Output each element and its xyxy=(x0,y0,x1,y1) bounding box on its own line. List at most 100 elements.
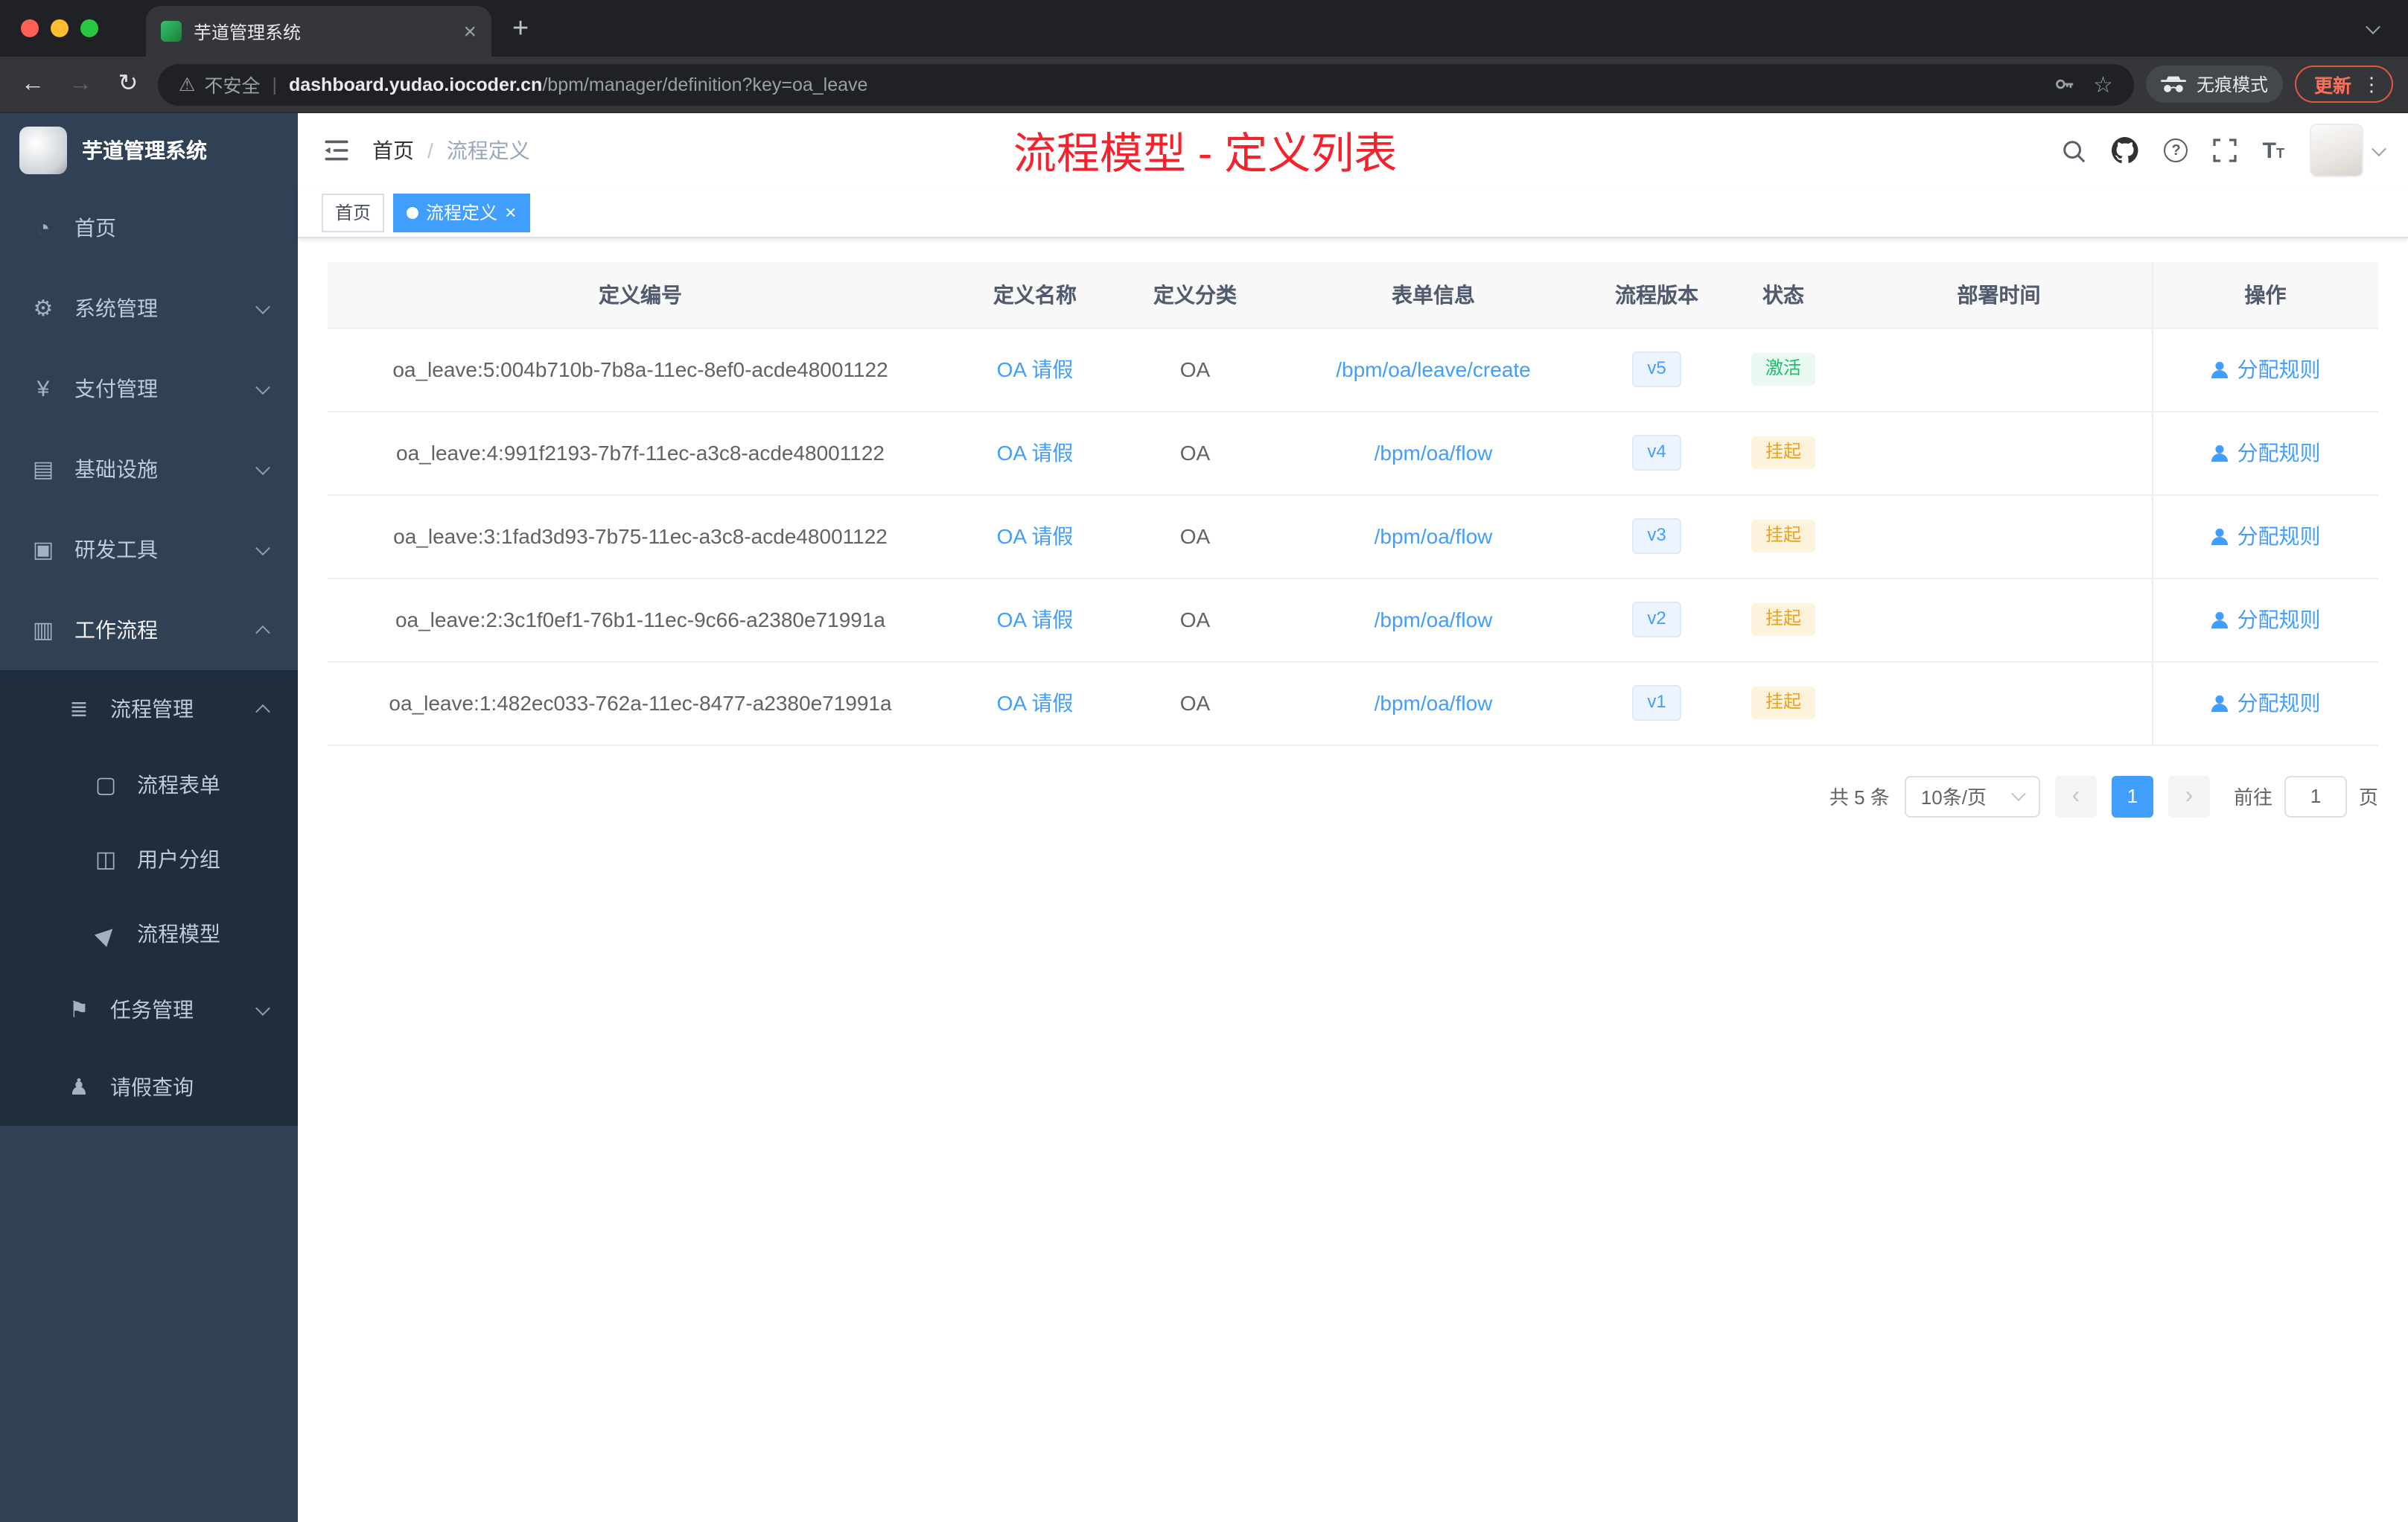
fullscreen-icon[interactable] xyxy=(2214,138,2237,162)
tab-close-icon[interactable]: × xyxy=(463,19,477,44)
sidebar-item-home[interactable]: ◔ 首页 xyxy=(0,188,298,268)
sidebar-logo[interactable]: 芋道管理系统 xyxy=(0,113,298,188)
help-icon[interactable]: ? xyxy=(2164,138,2188,162)
sidebar-item-system[interactable]: ⚙ 系统管理 xyxy=(0,268,298,348)
form-info-link[interactable]: /bpm/oa/leave/create xyxy=(1336,357,1531,381)
cell-version: v4 xyxy=(1593,411,1720,495)
sidebar-menu: ◔ 首页 ⚙ 系统管理 ¥ 支付管理 ▤ 基础设施 ▣ 研发工具 ▥ 工作流程 … xyxy=(0,188,298,1126)
pagination-total: 共 5 条 xyxy=(1829,786,1890,809)
page-number-1[interactable]: 1 xyxy=(2111,775,2153,817)
logo-title: 芋道管理系统 xyxy=(82,138,207,162)
form-info-link[interactable]: /bpm/oa/flow xyxy=(1375,691,1493,715)
infrastructure-icon: ▤ xyxy=(32,457,54,483)
back-icon[interactable]: ← xyxy=(15,71,51,96)
security-indicator[interactable]: ⚠ 不安全 xyxy=(179,70,260,98)
search-icon[interactable] xyxy=(2062,138,2087,163)
sidebar-item-task-management[interactable]: ⚑ 任务管理 xyxy=(0,971,298,1048)
form-info-link[interactable]: /bpm/oa/flow xyxy=(1375,441,1493,465)
assign-rule-link[interactable]: 分配规则 xyxy=(2211,354,2321,384)
breadcrumb-current: 流程定义 xyxy=(446,138,530,162)
definition-name-link[interactable]: OA 请假 xyxy=(997,357,1074,381)
sidebar-collapse-icon[interactable] xyxy=(322,136,351,165)
new-tab-button[interactable]: + xyxy=(512,14,529,42)
assign-rule-link[interactable]: 分配规则 xyxy=(2211,438,2321,468)
col-header-deploy-time: 部署时间 xyxy=(1847,262,2152,328)
table-row: oa_leave:2:3c1f0ef1-76b1-11ec-9c66-a2380… xyxy=(328,578,2378,662)
incognito-badge: 无痕模式 xyxy=(2145,66,2283,103)
key-icon[interactable] xyxy=(2053,73,2075,95)
sidebar-item-process-form[interactable]: ▢ 流程表单 xyxy=(0,748,298,822)
sidebar-item-process-management[interactable]: ≣ 流程管理 xyxy=(0,670,298,748)
sidebar-item-label: 流程管理 xyxy=(110,697,194,721)
close-window-button[interactable] xyxy=(21,19,39,37)
cell-deploy-time xyxy=(1847,661,2152,745)
next-page-button[interactable]: › xyxy=(2167,775,2210,817)
tab-favicon-icon xyxy=(161,21,182,42)
workflow-icon: ▥ xyxy=(32,618,54,643)
forward-icon[interactable]: → xyxy=(63,71,98,96)
sidebar-item-devtools[interactable]: ▣ 研发工具 xyxy=(0,509,298,590)
page-annotation-title: 流程模型 - 定义列表 xyxy=(1013,131,1398,179)
caret-down-icon xyxy=(2372,141,2386,156)
table-body: oa_leave:5:004b710b-7b8a-11ec-8ef0-acde4… xyxy=(328,328,2378,745)
sidebar-item-workflow[interactable]: ▥ 工作流程 xyxy=(0,590,298,670)
cell-definition-id: oa_leave:1:482ec033-762a-11ec-8477-a2380… xyxy=(328,661,953,745)
sidebar-item-label: 流程表单 xyxy=(137,773,220,797)
reload-icon[interactable]: ↻ xyxy=(110,71,146,96)
bookmark-star-icon[interactable]: ☆ xyxy=(2093,71,2113,98)
assign-rule-link[interactable]: 分配规则 xyxy=(2211,521,2321,551)
sidebar-item-payment[interactable]: ¥ 支付管理 xyxy=(0,348,298,429)
chevron-down-icon xyxy=(255,459,270,475)
chevron-down-icon xyxy=(255,379,270,395)
minimize-window-button[interactable] xyxy=(51,19,69,37)
address-bar[interactable]: ⚠ 不安全 | dashboard.yudao.iocoder.cn/bpm/m… xyxy=(158,63,2134,105)
sidebar-item-infrastructure[interactable]: ▤ 基础设施 xyxy=(0,429,298,509)
browser-update-button[interactable]: 更新 ⋮ xyxy=(2294,66,2393,103)
breadcrumb-home[interactable]: 首页 xyxy=(372,136,414,165)
incognito-icon xyxy=(2160,75,2186,92)
page-size-select[interactable]: 10条/页 xyxy=(1904,775,2040,817)
definition-table: 定义编号 定义名称 定义分类 表单信息 流程版本 状态 部署时间 操作 oa_l… xyxy=(328,262,2378,745)
tag-home[interactable]: 首页 xyxy=(322,193,385,232)
cell-actions: 分配规则 xyxy=(2151,578,2378,662)
user-avatar[interactable] xyxy=(2310,124,2363,177)
tag-process-definition[interactable]: 流程定义 × xyxy=(393,193,530,232)
sidebar-item-leave-query[interactable]: ♟ 请假查询 xyxy=(0,1048,298,1126)
assign-rule-link[interactable]: 分配规则 xyxy=(2211,688,2321,718)
form-info-link[interactable]: /bpm/oa/flow xyxy=(1375,524,1493,548)
logo-avatar xyxy=(19,127,67,174)
font-size-icon[interactable]: TT xyxy=(2263,139,2284,162)
cell-form-info: /bpm/oa/flow xyxy=(1273,578,1593,662)
tag-close-icon[interactable]: × xyxy=(505,203,516,222)
definition-name-link[interactable]: OA 请假 xyxy=(997,524,1074,548)
devtools-icon: ▣ xyxy=(32,538,54,563)
cell-definition-id: oa_leave:4:991f2193-7b7f-11ec-a3c8-acde4… xyxy=(328,411,953,495)
zoom-window-button[interactable] xyxy=(80,19,98,37)
version-badge: v1 xyxy=(1632,685,1681,721)
browser-tab[interactable]: 芋道管理系统 × xyxy=(146,6,491,57)
prev-page-button[interactable]: ‹ xyxy=(2054,775,2097,817)
workflow-submenu: ≣ 流程管理 ▢ 流程表单 ◫ 用户分组 ▶ 流程模型 ⚑ 任务管理 ♟ 请假查… xyxy=(0,670,298,1126)
chevron-down-icon xyxy=(255,299,270,314)
definition-name-link[interactable]: OA 请假 xyxy=(997,608,1074,631)
form-info-link[interactable]: /bpm/oa/flow xyxy=(1375,608,1493,631)
tab-search-chevron-icon[interactable] xyxy=(2366,15,2380,42)
version-badge: v5 xyxy=(1632,351,1681,387)
github-icon[interactable] xyxy=(2112,137,2139,164)
cell-definition-name: OA 请假 xyxy=(953,411,1117,495)
cell-category: OA xyxy=(1117,328,1273,412)
cell-definition-name: OA 请假 xyxy=(953,328,1117,412)
sidebar-item-user-group[interactable]: ◫ 用户分组 xyxy=(0,822,298,897)
assign-rule-link[interactable]: 分配规则 xyxy=(2211,605,2321,634)
definition-name-link[interactable]: OA 请假 xyxy=(997,691,1074,715)
sidebar-item-process-model[interactable]: ▶ 流程模型 xyxy=(0,897,298,971)
cell-actions: 分配规则 xyxy=(2151,328,2378,412)
tag-label: 流程定义 xyxy=(426,203,498,223)
breadcrumb: 首页 / 流程定义 xyxy=(372,136,530,165)
definition-name-link[interactable]: OA 请假 xyxy=(997,441,1074,465)
cell-definition-name: OA 请假 xyxy=(953,661,1117,745)
kebab-menu-icon[interactable]: ⋮ xyxy=(2362,72,2381,96)
goto-page-input[interactable] xyxy=(2284,775,2347,817)
person-icon xyxy=(2211,360,2229,378)
user-menu[interactable] xyxy=(2310,124,2386,177)
